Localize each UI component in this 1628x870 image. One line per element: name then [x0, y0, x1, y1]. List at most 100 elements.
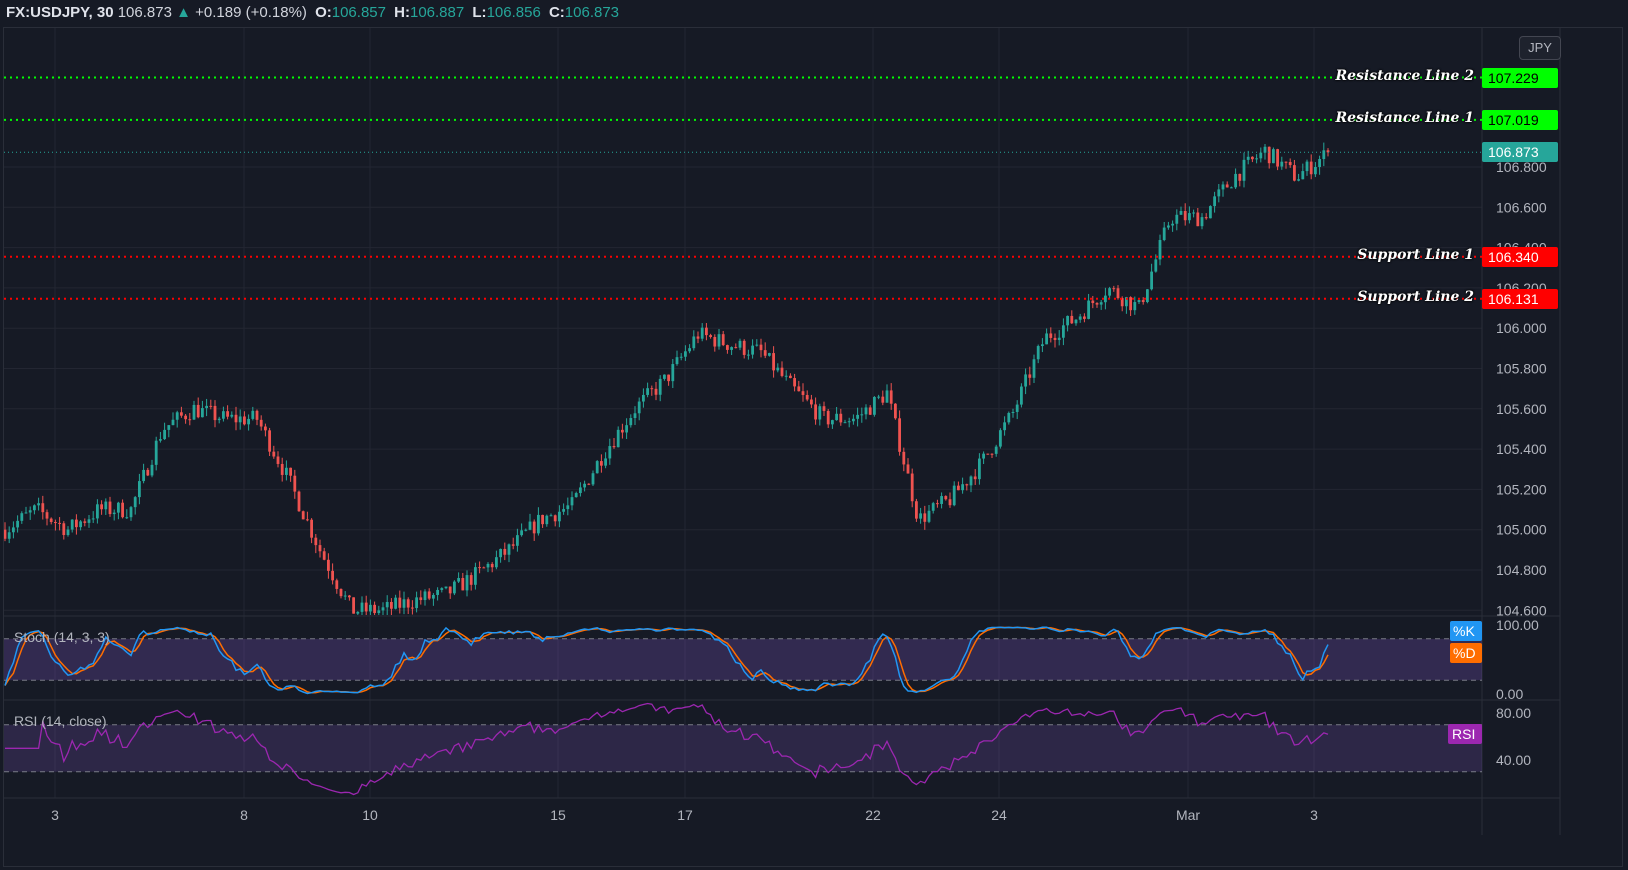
candle-body — [138, 481, 141, 498]
candle-body — [1246, 156, 1250, 160]
candle-body — [272, 451, 276, 457]
candle-body — [948, 499, 952, 506]
candle-body — [667, 374, 670, 382]
time-tick: 15 — [550, 807, 566, 823]
candle-body — [297, 491, 301, 512]
candle-body — [608, 446, 612, 459]
candle-body — [1141, 300, 1145, 303]
candle-body — [1087, 300, 1090, 319]
candle-body — [54, 521, 57, 523]
candle-body — [965, 484, 969, 486]
candle-body — [377, 610, 381, 614]
candle-body — [940, 496, 943, 504]
candle-body — [1238, 173, 1242, 181]
candle-body — [784, 375, 788, 377]
time-tick: 17 — [677, 807, 693, 823]
candle-body — [642, 394, 645, 402]
candle-body — [268, 430, 271, 452]
candle-body — [864, 407, 868, 415]
candle-body — [499, 548, 502, 558]
candle-body — [96, 504, 99, 519]
candle-body — [822, 406, 826, 411]
candle-body — [612, 446, 616, 448]
candle-body — [839, 413, 843, 423]
candle-body — [1095, 303, 1099, 305]
candle-body — [364, 602, 368, 612]
candle-body — [133, 497, 137, 508]
candle-body — [381, 607, 385, 611]
candle-body — [306, 519, 309, 521]
candle-body — [390, 601, 393, 609]
candle-body — [1116, 288, 1120, 299]
candle-body — [570, 497, 574, 506]
candle-body — [881, 396, 885, 403]
candle-body — [444, 586, 448, 589]
candle-body — [1028, 374, 1032, 378]
candle-body — [201, 408, 204, 418]
chart-canvas[interactable]: 106.800106.600106.400106.200106.000105.8… — [0, 0, 1628, 870]
candle-body — [402, 599, 406, 608]
candle-body — [999, 430, 1002, 447]
candle-body — [314, 537, 318, 546]
candle-body — [663, 374, 666, 379]
candle-body — [335, 580, 339, 589]
candle-body — [558, 511, 561, 522]
candle-body — [1137, 300, 1141, 303]
candle-body — [461, 578, 465, 591]
candle-body — [45, 512, 49, 519]
candle-body — [75, 519, 78, 528]
candle-body — [339, 588, 343, 597]
candle-body — [856, 414, 859, 419]
candle-body — [621, 429, 624, 433]
candle-body — [474, 567, 477, 585]
candle-body — [394, 597, 397, 609]
candle-body — [537, 514, 540, 534]
candle-body — [121, 502, 124, 518]
candle-body — [545, 515, 549, 525]
candle-body — [780, 367, 784, 376]
candle-body — [385, 601, 389, 608]
candle-body — [915, 501, 918, 519]
price-tick: 106.600 — [1496, 199, 1547, 215]
candle-body — [293, 475, 297, 492]
currency-button[interactable]: JPY — [1519, 36, 1561, 60]
candle-body — [331, 570, 334, 581]
candle-body — [587, 483, 591, 485]
candle-body — [553, 515, 557, 522]
candle-body — [717, 334, 721, 347]
candle-body — [448, 586, 452, 594]
candle-body — [230, 414, 234, 417]
support-line-label: Support Line 1 — [1357, 246, 1474, 263]
time-tick: 3 — [1310, 807, 1318, 823]
candle-body — [931, 503, 935, 511]
candle-body — [1179, 210, 1183, 215]
candle-body — [1036, 346, 1040, 360]
candle-body — [1091, 300, 1095, 304]
candle-body — [763, 350, 767, 356]
candle-body — [112, 512, 116, 515]
candle-body — [1196, 212, 1200, 227]
candle-body — [146, 469, 150, 476]
candle-body — [1230, 187, 1233, 189]
candle-body — [1293, 165, 1296, 181]
time-tick: 8 — [240, 807, 248, 823]
candle-body — [894, 403, 897, 419]
candle-body — [1276, 149, 1279, 167]
candle-body — [406, 599, 410, 608]
candle-body — [58, 522, 61, 524]
candle-body — [41, 503, 45, 513]
candle-body — [1200, 217, 1204, 227]
time-tick: 3 — [51, 807, 59, 823]
candle-body — [1108, 288, 1111, 296]
candle-body — [322, 551, 326, 560]
candle-body — [768, 353, 771, 356]
candle-body — [705, 327, 708, 336]
last-price-tag: 106.873 — [1482, 142, 1558, 163]
candle-body — [62, 523, 66, 536]
time-tick: Mar — [1176, 807, 1200, 823]
candle-body — [415, 597, 418, 609]
candle-body — [226, 411, 229, 417]
rsi-tick: 40.00 — [1496, 752, 1531, 768]
resistance-line-label: Resistance Line 1 — [1335, 109, 1474, 126]
candle-body — [675, 357, 679, 365]
